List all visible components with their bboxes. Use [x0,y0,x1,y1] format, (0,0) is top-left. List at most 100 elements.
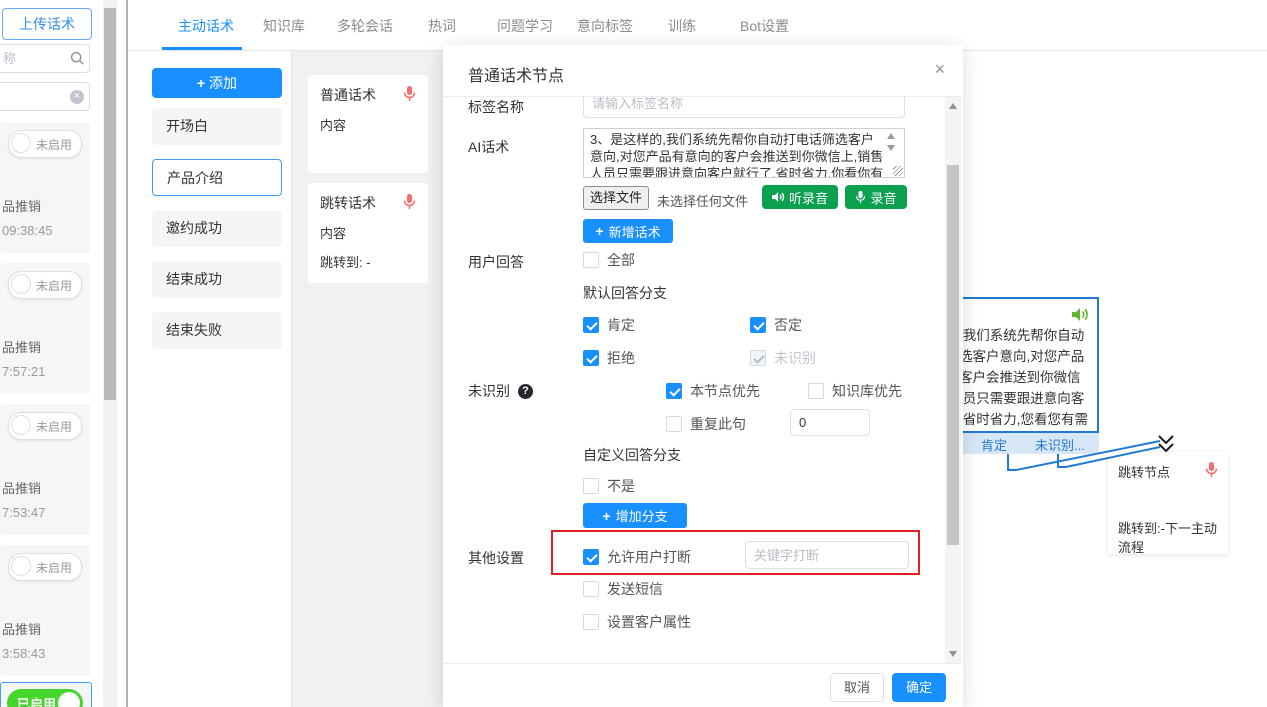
enable-toggle-off[interactable]: 未启用 [8,271,82,299]
tab-bot-settings[interactable]: Bot设置 [740,16,789,36]
sidebar-item-opening[interactable]: 开场白 [152,108,282,145]
checkbox-repeat-label: 重复此句 [690,414,746,434]
close-icon[interactable]: × [934,59,945,79]
tab-active-scripts[interactable]: 主动话术 [178,16,234,36]
scroll-down-icon[interactable] [949,651,957,657]
enable-toggle-off[interactable]: 未启用 [8,412,82,440]
node-card-jump-script[interactable]: 跳转话术 内容 跳转到: - [308,183,428,283]
mic-icon[interactable] [1205,462,1218,481]
checkbox-affirm-label: 肯定 [607,315,635,335]
upload-script-button[interactable]: 上传话术 [2,8,92,40]
app-window: 主动话术 知识库 多轮会话 热词 问题学习 意向标签 训练 Bot设置 上传话术… [0,0,1267,707]
plus-icon: + [197,75,205,91]
enable-toggle-off[interactable]: 未启用 [8,130,82,158]
add-branch-button[interactable]: +增加分支 [583,503,687,528]
field-label-other-settings: 其他设置 [468,548,524,568]
mic-icon[interactable] [403,86,416,105]
modal-header: 普通话术节点 × [443,45,963,97]
scroll-up-icon[interactable] [949,103,957,109]
row-set-customer-attr: 设置客户属性 [583,612,691,632]
interrupt-keyword-input[interactable] [745,541,909,569]
checkbox-set-customer-attr[interactable] [583,614,599,630]
script-card-enabled[interactable]: 已启用 [0,682,92,707]
tab-multi-round-session[interactable]: 多轮会话 [337,16,393,36]
row-not: 不是 [583,476,635,496]
choose-file-button[interactable]: 选择文件 [583,186,649,210]
modal-scrollbar-thumb[interactable] [947,165,959,545]
add-script-variant-button[interactable]: +新增话术 [583,219,673,243]
checkbox-send-sms[interactable] [583,581,599,597]
left-list-scrollbar-thumb[interactable] [104,8,116,400]
sidebar-item-end-fail[interactable]: 结束失败 [152,312,282,349]
checkbox-unrecognized-label: 未识别 [774,348,816,368]
field-label-tag-name: 标签名称 [468,97,524,117]
row-affirm: 肯定 [583,315,635,335]
top-tab-bar: 主动话术 知识库 多轮会话 热词 问题学习 意向标签 训练 Bot设置 [0,0,1267,50]
checkbox-affirm[interactable] [583,317,599,333]
tab-question-learning[interactable]: 问题学习 [497,16,553,36]
checkbox-deny[interactable] [750,317,766,333]
tab-hot-words[interactable]: 热词 [428,16,456,36]
branch-tab-unrecognized[interactable]: 未识别... [1035,435,1085,454]
checkbox-deny-label: 否定 [774,315,802,335]
node-card-content-label: 内容 [320,223,416,242]
field-label-ai-script: AI话术 [468,137,509,157]
checkbox-all[interactable] [583,252,599,268]
plus-icon: + [595,224,603,238]
repeat-count-input[interactable] [790,409,870,436]
mic-icon [855,191,866,204]
enable-toggle-on[interactable]: 已启用 [7,689,83,707]
script-card[interactable]: 未启用 品推销 7:57:21 [0,263,90,394]
row-node-first: 本节点优先 [666,381,760,401]
tab-intent-tags[interactable]: 意向标签 [577,16,633,36]
sidebar-item-end-success[interactable]: 结束成功 [152,261,282,298]
checkbox-allow-interrupt[interactable] [583,549,599,565]
script-name: 品推销 [2,337,41,356]
modal-scrollbar-track[interactable] [945,97,961,663]
help-question-icon[interactable]: ? [518,384,533,399]
tag-name-input[interactable] [583,97,905,118]
checkbox-not[interactable] [583,478,599,494]
checkbox-repeat[interactable] [666,416,682,432]
row-unrecognized-default: 未识别 [750,348,816,368]
script-card[interactable]: 未启用 品推销 09:38:45 [0,122,90,253]
row-refuse: 拒绝 [583,348,635,368]
checkbox-allow-interrupt-label: 允许用户打断 [607,547,691,567]
clear-input-icon[interactable]: × [70,90,84,104]
node-card-content-label: 内容 [320,115,416,134]
node-card-normal-script[interactable]: 普通话术 内容 [308,75,428,173]
tab-knowledge-base[interactable]: 知识库 [263,16,305,36]
toggle-knob [11,133,31,153]
toggle-knob [58,692,80,707]
listen-recording-button[interactable]: 听录音 [762,185,838,209]
cancel-button[interactable]: 取消 [830,673,884,702]
branch-tab-affirm[interactable]: 肯定 [981,435,1007,454]
script-card[interactable]: 未启用 品推销 3:58:43 [0,545,90,676]
toggle-label: 未启用 [36,277,72,294]
flow-node-jump[interactable]: 跳转节点 跳转到:-下一主动流程 [1108,452,1228,554]
checkbox-kb-first[interactable] [808,383,824,399]
script-card[interactable]: 未启用 品推销 7:53:47 [0,404,90,535]
mic-icon[interactable] [403,194,416,213]
speaker-icon[interactable] [1072,307,1089,328]
search-icon[interactable] [70,51,85,71]
checkbox-refuse[interactable] [583,350,599,366]
checkbox-node-first[interactable] [666,383,682,399]
normal-script-node-modal: 普通话术节点 × 标签名称 AI话术 3、是这样的,我们系统先帮你自动打电话筛选… [443,45,963,707]
textarea-resize-handle[interactable] [893,166,903,176]
modal-title: 普通话术节点 [468,62,564,86]
enable-toggle-off[interactable]: 未启用 [8,553,82,581]
confirm-button[interactable]: 确定 [892,673,946,702]
toggle-knob [11,415,31,435]
row-deny: 否定 [750,315,802,335]
ai-script-textarea[interactable]: 3、是这样的,我们系统先帮你自动打电话筛选客户意向,对您产品有意向的客户会推送到… [583,128,905,178]
sidebar-item-invite-success[interactable]: 邀约成功 [152,210,282,247]
sidebar-item-product-intro[interactable]: 产品介绍 [152,159,282,196]
toggle-label: 未启用 [36,136,72,153]
record-button[interactable]: 录音 [845,185,907,209]
textarea-scroll-down-icon[interactable] [887,145,895,151]
add-script-button[interactable]: + 添加 [152,68,282,98]
add-button-label: 添加 [209,75,237,91]
tab-training[interactable]: 训练 [668,16,696,36]
textarea-scroll-up-icon[interactable] [887,133,895,139]
